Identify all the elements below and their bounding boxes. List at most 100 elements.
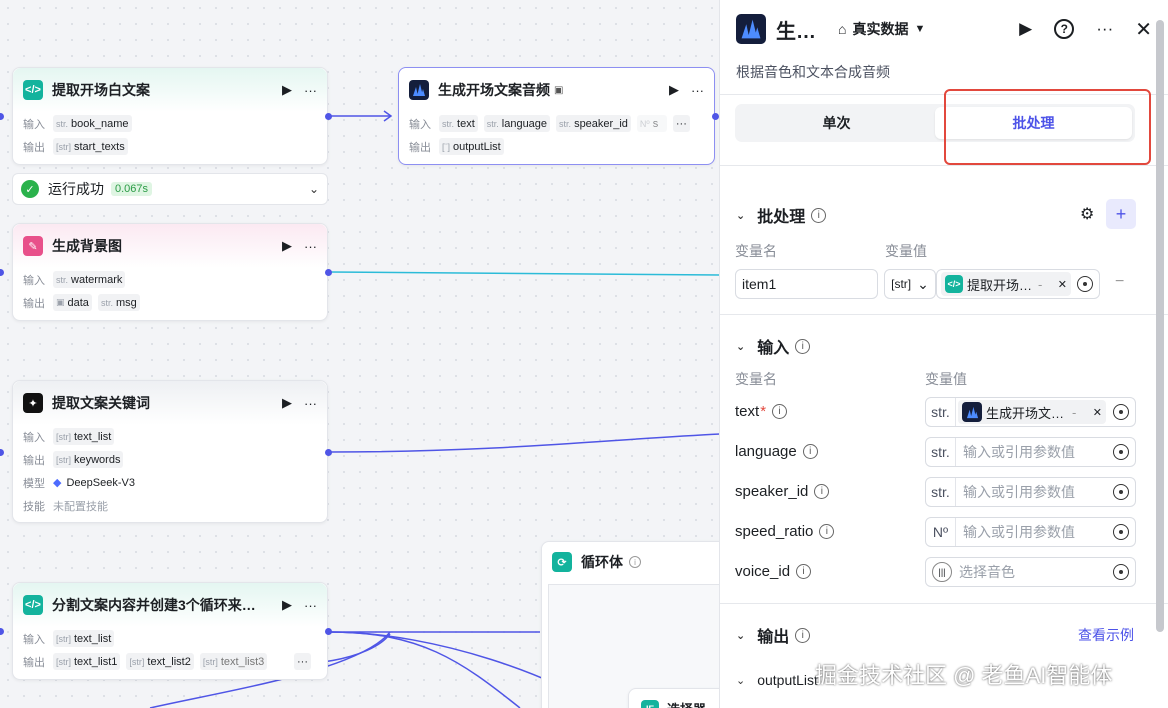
audio-model-icon: [962, 402, 982, 422]
more-icon[interactable]: ···: [1096, 19, 1113, 39]
data-mode-select[interactable]: ⌂ 真实数据 ▼: [838, 19, 925, 39]
info-icon[interactable]: i: [802, 444, 818, 459]
info-icon[interactable]: i: [819, 524, 835, 539]
remove-icon[interactable]: −: [1115, 273, 1124, 291]
run-icon[interactable]: ▶: [669, 82, 679, 98]
info-icon[interactable]: i: [795, 338, 811, 354]
node-split-text[interactable]: </> 分割文案内容并创建3个循环来… ▶ ··· 输入 [str] text_li…: [12, 582, 328, 680]
run-icon[interactable]: ▶: [282, 238, 292, 254]
node-background-image[interactable]: ✎ 生成背景图 ▶ ··· 输入 str. watermark 输出 ▣ data s…: [12, 223, 328, 321]
node-loop-body[interactable]: ⟳ 循环体 i: [541, 541, 720, 708]
more-icon[interactable]: ···: [304, 396, 317, 411]
more-icon[interactable]: ···: [304, 239, 317, 254]
panel-description: 根据音色和文本合成音频: [736, 64, 890, 80]
ref-suffix: -: [1038, 276, 1043, 292]
node-extract-opening[interactable]: </> 提取开场白文案 ▶ ··· 输入 str. book_name 输出 [st…: [12, 67, 328, 165]
clear-icon[interactable]: ✕: [1058, 278, 1067, 291]
run-icon[interactable]: ▶: [282, 395, 292, 411]
chevron-down-icon: ⌄: [736, 629, 746, 642]
highlight-box: [944, 89, 1151, 165]
param-name-speaker-id: speaker_id i: [735, 483, 830, 500]
var-name-label: 变量名: [735, 243, 777, 259]
workflow-canvas[interactable]: </> 提取开场白文案 ▶ ··· 输入 str. book_name 输出 [st…: [0, 0, 720, 708]
node-generate-audio[interactable]: 生成开场文案音频 ▣ ▶ ··· 输入 str. text str. language…: [398, 67, 715, 165]
status-text: 运行成功: [48, 181, 104, 197]
node-title: 循环体: [581, 554, 623, 570]
skill-value: 未配置技能: [53, 500, 108, 513]
run-status[interactable]: ✓ 运行成功 0.067s ⌄: [12, 173, 328, 205]
more-params-tag[interactable]: ···: [672, 115, 690, 132]
target-icon[interactable]: [1113, 564, 1129, 580]
output-port[interactable]: [325, 269, 332, 276]
param-language-input[interactable]: str. 输入或引用参数值: [925, 437, 1136, 467]
ref-tag[interactable]: </> 提取开场… - ✕: [941, 272, 1071, 296]
node-title: 选择器: [667, 699, 706, 708]
info-icon[interactable]: i: [772, 404, 788, 419]
output-port[interactable]: [712, 113, 719, 120]
add-batch-button[interactable]: +: [1106, 199, 1136, 229]
scrollbar[interactable]: [1156, 20, 1164, 632]
param-text-input[interactable]: str. 生成开场文… - ✕: [925, 397, 1136, 427]
placeholder: 输入或引用参数值: [963, 484, 1075, 500]
target-icon[interactable]: [1113, 484, 1129, 500]
info-icon[interactable]: i: [795, 627, 811, 643]
node-title: 分割文案内容并创建3个循环来…: [52, 597, 256, 613]
output-port[interactable]: [325, 449, 332, 456]
info-icon[interactable]: i: [814, 484, 830, 499]
target-icon[interactable]: [1113, 524, 1129, 540]
help-icon[interactable]: ?: [1054, 19, 1075, 39]
node-title: 生成背景图: [52, 238, 122, 254]
model-name: DeepSeek-V3: [66, 476, 135, 489]
target-icon[interactable]: [1113, 444, 1129, 460]
param-name-voice-id: voice_id i: [735, 563, 812, 580]
run-icon[interactable]: ▶: [1019, 19, 1032, 39]
more-params-tag[interactable]: ···: [294, 653, 311, 670]
placeholder: 输入或引用参数值: [963, 524, 1075, 540]
input-label: 输入: [23, 633, 45, 646]
close-icon[interactable]: ✕: [1135, 17, 1152, 42]
node-selector[interactable]: IF 选择器: [628, 688, 720, 708]
info-icon[interactable]: i: [811, 207, 827, 223]
target-icon[interactable]: [1077, 276, 1093, 292]
output-port[interactable]: [325, 113, 332, 120]
target-icon[interactable]: [1113, 404, 1129, 420]
type-label: str.: [926, 478, 956, 506]
code-icon: </>: [23, 595, 43, 615]
tab-single[interactable]: 单次: [738, 107, 935, 139]
clear-icon[interactable]: ✕: [1093, 406, 1102, 419]
batch-var-value-input[interactable]: </> 提取开场… - ✕: [936, 269, 1100, 299]
llm-icon: ✦: [23, 393, 43, 413]
more-icon[interactable]: ···: [304, 598, 317, 613]
chevron-down-icon: ⌄: [917, 275, 929, 292]
info-icon[interactable]: i: [796, 564, 812, 579]
param-speaker-id-input[interactable]: str. 输入或引用参数值: [925, 477, 1136, 507]
save-icon: ▣: [554, 84, 564, 96]
param-tag: str. msg: [97, 294, 140, 311]
input-section-header[interactable]: ⌄ 输入 i: [736, 334, 811, 358]
settings-icon[interactable]: ⚙: [1080, 204, 1094, 224]
param-tag: str. language: [483, 115, 551, 132]
ref-tag[interactable]: 生成开场文… - ✕: [958, 400, 1106, 424]
info-icon[interactable]: i: [629, 556, 641, 568]
panel-title[interactable]: 生…: [776, 15, 816, 44]
param-tag: str. speaker_id: [556, 115, 631, 132]
batch-section-header[interactable]: ⌄ 批处理 i: [736, 203, 827, 227]
output-var[interactable]: ⌄ outputList: [736, 672, 818, 688]
param-voice-id-select[interactable]: ||| 选择音色: [925, 557, 1136, 587]
node-extract-keywords[interactable]: ✦ 提取文案关键词 ▶ ··· 输入 [str] text_list 输出 [str…: [12, 380, 328, 523]
chevron-down-icon[interactable]: ⌄: [309, 182, 319, 196]
more-icon[interactable]: ···: [304, 83, 317, 98]
placeholder: 选择音色: [959, 564, 1015, 580]
param-speed-ratio-input[interactable]: Nº 输入或引用参数值: [925, 517, 1136, 547]
placeholder: 输入或引用参数值: [963, 444, 1075, 460]
more-icon[interactable]: ···: [691, 83, 704, 98]
output-port[interactable]: [325, 628, 332, 635]
output-section-header[interactable]: ⌄ 输出 i: [736, 623, 811, 647]
view-example-link[interactable]: 查看示例: [1078, 625, 1134, 645]
run-icon[interactable]: ▶: [282, 82, 292, 98]
batch-var-name-input[interactable]: item1: [735, 269, 878, 299]
batch-type-select[interactable]: [str] ⌄: [884, 269, 936, 299]
run-icon[interactable]: ▶: [282, 597, 292, 613]
output-title: 输出: [757, 629, 790, 646]
param-tag: [str] text_list2: [126, 653, 194, 670]
